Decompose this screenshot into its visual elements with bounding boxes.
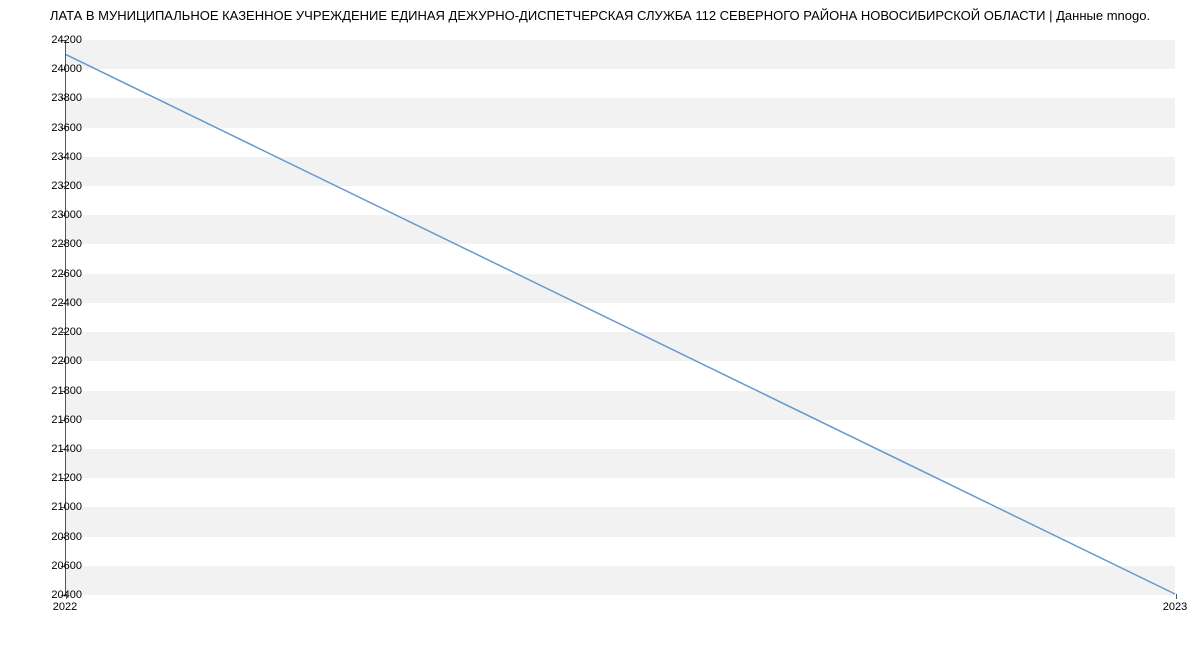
- y-tick-label: 24000: [32, 63, 82, 75]
- x-tick-label: 2022: [53, 601, 77, 613]
- y-tick-label: 23200: [32, 180, 82, 192]
- y-tick-label: 23400: [32, 151, 82, 163]
- chart-title: ЛАТА В МУНИЦИПАЛЬНОЕ КАЗЕННОЕ УЧРЕЖДЕНИЕ…: [50, 8, 1150, 23]
- y-tick-label: 22800: [32, 238, 82, 250]
- y-tick-label: 22600: [32, 268, 82, 280]
- y-tick-label: 21200: [32, 472, 82, 484]
- y-tick-label: 23600: [32, 122, 82, 134]
- x-tick-label: 2023: [1163, 601, 1187, 613]
- y-tick-label: 21600: [32, 414, 82, 426]
- line-series: [66, 40, 1175, 594]
- plot-area: [65, 40, 1175, 595]
- y-tick-label: 20400: [32, 589, 82, 601]
- y-tick-label: 21400: [32, 443, 82, 455]
- chart-container: [65, 40, 1175, 595]
- y-tick-label: 21800: [32, 385, 82, 397]
- y-tick-label: 23800: [32, 92, 82, 104]
- y-tick-label: 24200: [32, 34, 82, 46]
- y-tick-label: 23000: [32, 209, 82, 221]
- y-tick-label: 22000: [32, 355, 82, 367]
- data-line: [66, 55, 1175, 594]
- y-tick-label: 22400: [32, 297, 82, 309]
- y-tick-label: 22200: [32, 326, 82, 338]
- y-tick-label: 20800: [32, 531, 82, 543]
- y-tick-label: 20600: [32, 560, 82, 572]
- x-tick-mark: [1176, 594, 1177, 599]
- y-tick-label: 21000: [32, 501, 82, 513]
